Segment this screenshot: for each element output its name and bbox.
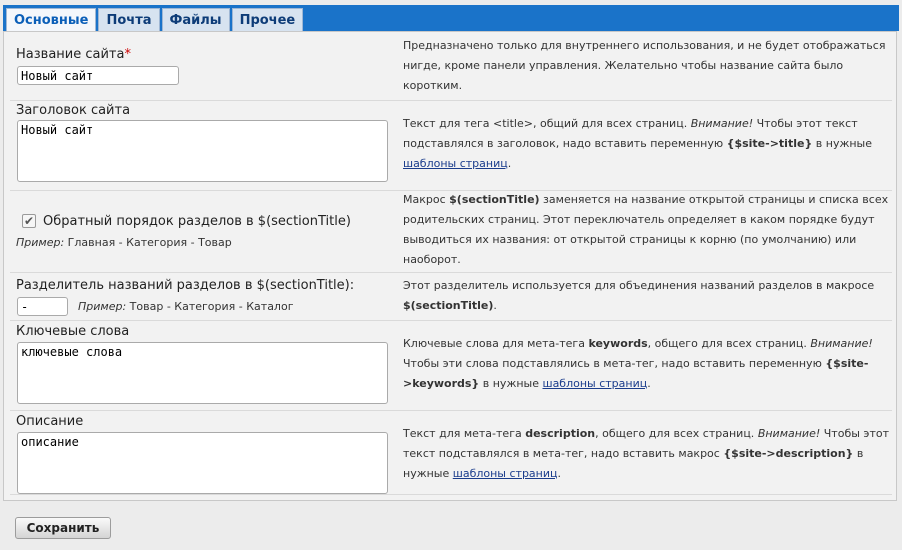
site-name-help: Предназначено только для внутреннего исп… <box>403 39 886 92</box>
site-title-label: Заголовок сайта <box>16 103 131 118</box>
separator-label: Разделитель названий разделов в $(sectio… <box>16 278 355 293</box>
reverse-order-label: Обратный порядок разделов в $(sectionTit… <box>43 214 351 229</box>
separator-example: Пример: Товар - Категория - Каталог <box>78 300 294 313</box>
tab-files[interactable]: Файлы <box>161 8 230 31</box>
site-title-row: Заголовок сайта Новый сайт Текст для тег… <box>10 100 892 191</box>
keywords-row: Ключевые слова ключевые слова Ключевые с… <box>10 320 892 411</box>
keywords-textarea[interactable]: ключевые слова <box>17 342 388 404</box>
site-title-help: Текст для тега <title>, общий для всех с… <box>403 117 873 170</box>
description-variable: {$site->description} <box>723 447 854 460</box>
site-name-label: Название сайта* <box>16 47 131 62</box>
reverse-order-row: ✔ Обратный порядок разделов в $(sectionT… <box>10 190 892 273</box>
site-title-textarea[interactable]: Новый сайт <box>17 120 388 182</box>
reverse-order-example: Пример: Главная - Категория - Товар <box>16 236 232 249</box>
save-button[interactable]: Сохранить <box>15 517 111 539</box>
tab-other[interactable]: Прочее <box>231 8 304 31</box>
tab-mail[interactable]: Почта <box>98 8 160 31</box>
reverse-order-help: Макрос $(sectionTitle) заменяется на наз… <box>403 193 889 266</box>
settings-panel: Название сайта* Предназначено только для… <box>3 31 897 501</box>
section-title-macro: $(sectionTitle) <box>449 193 540 206</box>
description-textarea[interactable]: описание <box>17 432 388 494</box>
separator-help: Этот разделитель используется для объеди… <box>403 279 875 312</box>
required-mark: * <box>124 47 131 62</box>
site-title-variable: {$site->title} <box>726 137 813 150</box>
page-templates-link[interactable]: шаблоны страниц <box>403 157 508 170</box>
page-templates-link[interactable]: шаблоны страниц <box>453 467 558 480</box>
section-title-macro: $(sectionTitle) <box>403 299 494 312</box>
tab-general[interactable]: Основные <box>6 8 97 31</box>
description-row: Описание описание Текст для мета-тега de… <box>10 410 892 495</box>
keywords-help: Ключевые слова для мета-тега keywords, о… <box>403 337 873 390</box>
site-name-input[interactable] <box>17 66 179 85</box>
description-label: Описание <box>16 414 84 429</box>
reverse-order-checkbox[interactable]: ✔ <box>22 214 36 228</box>
separator-input[interactable] <box>17 297 68 316</box>
description-help: Текст для мета-тега description, общего … <box>403 427 889 480</box>
tab-bar: Основные Почта Файлы Прочее <box>3 5 899 31</box>
site-name-row: Название сайта* Предназначено только для… <box>10 38 892 101</box>
separator-row: Разделитель названий разделов в $(sectio… <box>10 272 892 321</box>
keywords-label: Ключевые слова <box>16 324 130 339</box>
page-templates-link[interactable]: шаблоны страниц <box>543 377 648 390</box>
checkmark-icon: ✔ <box>23 214 35 228</box>
